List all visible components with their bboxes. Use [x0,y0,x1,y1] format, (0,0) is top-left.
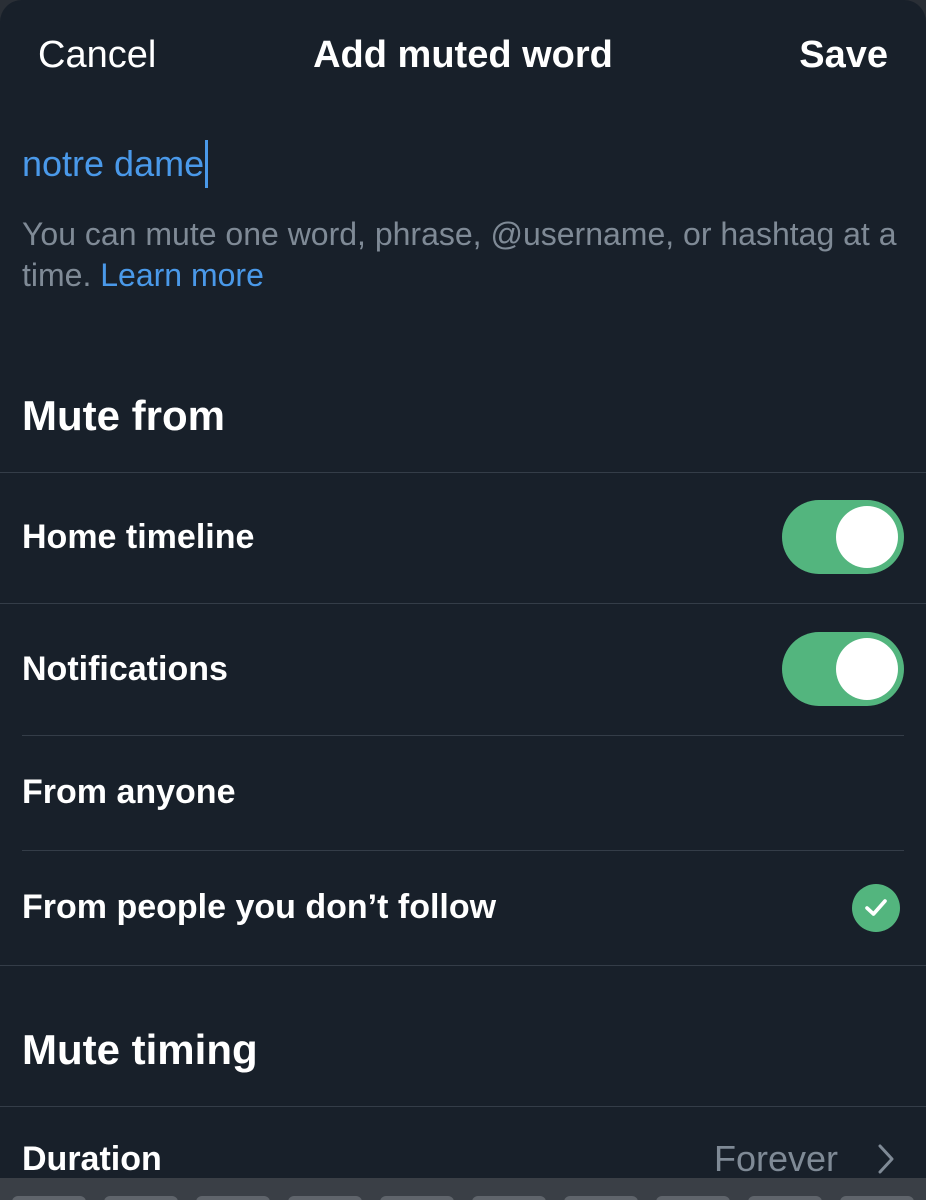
divider [22,735,904,736]
divider [22,850,904,851]
muted-word-value: notre dame [22,143,205,184]
from-anyone-option[interactable]: From anyone [22,773,235,812]
save-button[interactable]: Save [799,34,888,77]
keyboard-key [288,1196,362,1200]
keyboard-key [656,1196,730,1200]
mute-timing-heading: Mute timing [22,1026,258,1073]
keyboard-key [104,1196,178,1200]
divider [0,965,926,966]
divider [0,472,926,473]
toggle-knob [836,638,898,700]
divider [0,1106,926,1107]
keyboard-key [748,1196,822,1200]
keyboard-key [564,1196,638,1200]
notifications-label: Notifications [22,650,228,688]
keyboard-key [472,1196,546,1200]
keyboard-key [840,1196,914,1200]
mute-from-heading: Mute from [22,392,225,439]
home-timeline-label: Home timeline [22,518,255,556]
keyboard-key [380,1196,454,1200]
notifications-toggle[interactable] [782,632,904,706]
muted-word-input[interactable]: notre dame [22,138,209,190]
chevron-right-icon [876,1143,896,1178]
page-title: Add muted word [313,34,613,76]
text-caret [205,140,209,188]
duration-value[interactable]: Forever [714,1138,838,1178]
from-non-followers-option[interactable]: From people you don’t follow [22,888,496,927]
divider [0,603,926,604]
checkmark-icon [852,884,900,932]
toggle-knob [836,506,898,568]
helper-text: You can mute one word, phrase, @username… [22,214,902,296]
learn-more-link[interactable]: Learn more [100,257,264,293]
home-timeline-toggle[interactable] [782,500,904,574]
navigation-bar: Cancel Add muted word Save [0,0,926,118]
keyboard-key [12,1196,86,1200]
duration-label[interactable]: Duration [22,1140,162,1178]
keyboard-key [196,1196,270,1200]
add-muted-word-sheet: Cancel Add muted word Save notre dame Yo… [0,0,926,1178]
